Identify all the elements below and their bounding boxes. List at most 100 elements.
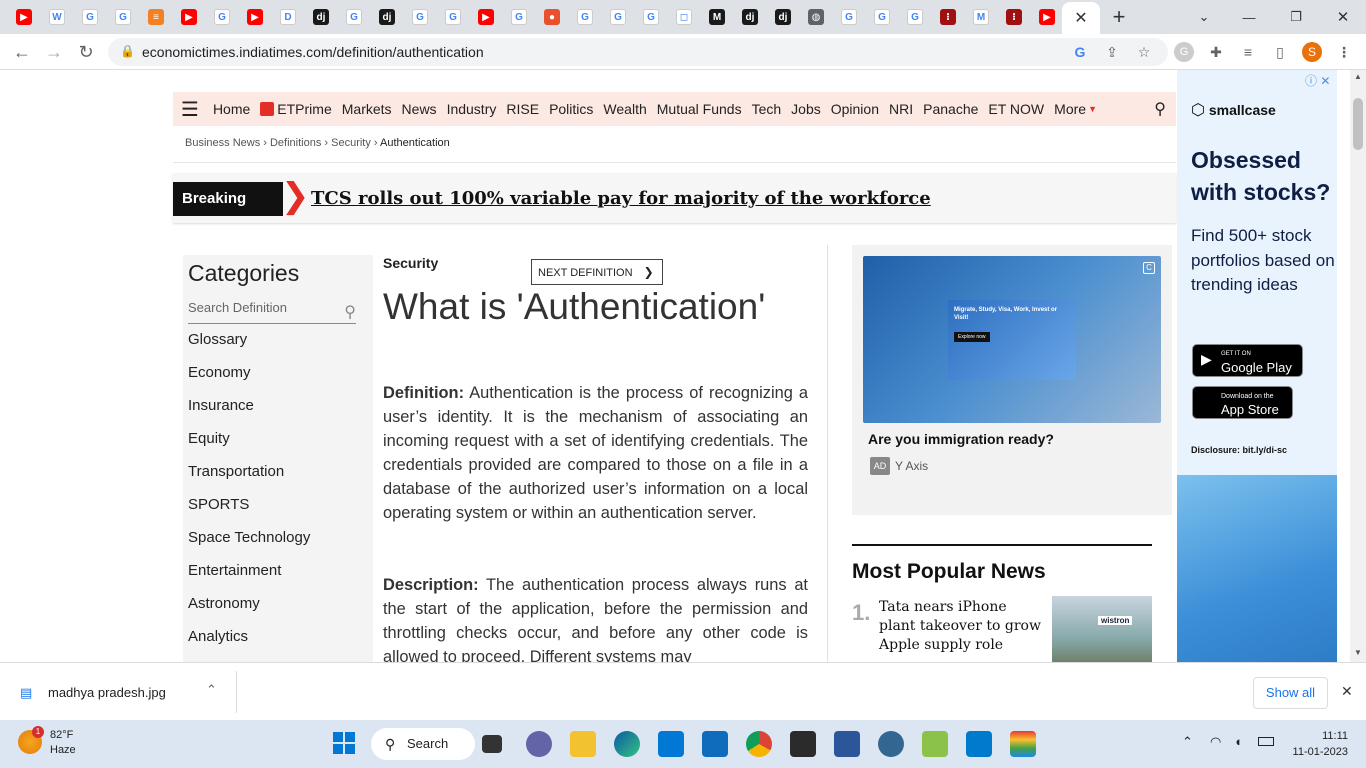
browser-tab[interactable]: W (42, 4, 72, 30)
file-explorer-icon[interactable] (570, 731, 596, 757)
nav-politics[interactable]: Politics (549, 101, 593, 117)
popular-news-thumbnail[interactable]: wistron (1052, 596, 1152, 662)
nav-etprime[interactable]: ETPrime (277, 101, 331, 117)
category-economy[interactable]: Economy (188, 364, 310, 397)
nav-nri[interactable]: NRI (889, 101, 913, 117)
nav-et-now[interactable]: ET NOW (988, 101, 1044, 117)
maximize-button[interactable]: ❐ (1284, 5, 1308, 29)
breadcrumb-definitions[interactable]: Definitions (270, 137, 321, 149)
nav-panache[interactable]: Panache (923, 101, 978, 117)
scroll-down-arrow[interactable]: ▼ (1354, 648, 1362, 657)
nav-wealth[interactable]: Wealth (603, 101, 646, 117)
browser-tab[interactable]: ▶ (9, 4, 39, 30)
microsoft-store-icon[interactable] (658, 731, 684, 757)
browser-tab[interactable]: ● (537, 4, 567, 30)
ad-image[interactable]: Migrate, Study, Visa, Work, Invest or Vi… (863, 256, 1161, 423)
edge-icon[interactable] (614, 731, 640, 757)
category-entertainment[interactable]: Entertainment (188, 562, 310, 595)
breaking-headline-link[interactable]: TCS rolls out 100% variable pay for majo… (311, 188, 931, 209)
adchoices-icon[interactable]: C (1143, 262, 1155, 274)
nav-rise[interactable]: RISE (506, 101, 539, 117)
browser-tab[interactable]: ≡ (141, 4, 171, 30)
ad-close-icon[interactable]: ⓘ ✕ (1305, 72, 1330, 89)
browser-tab[interactable]: ▶ (174, 4, 204, 30)
browser-tab[interactable]: G (405, 4, 435, 30)
article-category[interactable]: Security (383, 255, 438, 271)
close-icon[interactable]: ✕ (1341, 683, 1353, 700)
search-definition-input[interactable]: Search Definition ⚲ (188, 300, 356, 324)
browser-tab[interactable]: G (339, 4, 369, 30)
nav-markets[interactable]: Markets (342, 101, 392, 117)
browser-tab[interactable]: dj (306, 4, 336, 30)
new-tab-button[interactable]: + (1107, 4, 1131, 29)
browser-tab[interactable]: G (75, 4, 105, 30)
search-icon[interactable]: ⚲ (344, 302, 356, 322)
popular-news-link[interactable]: Tata nears iPhone plant takeover to grow… (879, 598, 1044, 655)
reading-list-icon[interactable]: ≡ (1238, 42, 1258, 62)
ad-title[interactable]: Are you immigration ready? (868, 431, 1054, 447)
browser-tab[interactable]: G (636, 4, 666, 30)
word-icon[interactable] (834, 731, 860, 757)
browser-tab[interactable]: dj (372, 4, 402, 30)
page-scrollbar[interactable]: ▲ ▼ (1350, 70, 1366, 662)
battery-icon[interactable] (1258, 737, 1274, 746)
nav-industry[interactable]: Industry (447, 101, 497, 117)
caret-down-icon[interactable]: ▼ (1088, 104, 1097, 114)
category-equity[interactable]: Equity (188, 430, 310, 463)
browser-tab[interactable]: ⁝ (933, 4, 963, 30)
nav-tech[interactable]: Tech (752, 101, 782, 117)
scrollbar-thumb[interactable] (1353, 98, 1363, 150)
tab-active-close[interactable]: ✕ (1062, 2, 1100, 34)
smallcase-sidebar-ad[interactable]: ⓘ ✕ ⬡ smallcase Obsessed with stocks? Fi… (1177, 70, 1337, 662)
windows-start-icon[interactable] (333, 732, 355, 754)
browser-tab[interactable]: G (207, 4, 237, 30)
browser-tab[interactable]: G (108, 4, 138, 30)
browser-tab[interactable]: D (273, 4, 303, 30)
breadcrumb-security[interactable]: Security (331, 137, 371, 149)
breadcrumb-business-news[interactable]: Business News (185, 137, 260, 149)
next-definition-button[interactable]: NEXT DEFINITION ❯ (531, 259, 663, 285)
chevron-up-icon[interactable]: ⌃ (1182, 734, 1193, 750)
wifi-icon[interactable]: ◠ (1210, 734, 1221, 750)
google-lens-icon[interactable]: G (1070, 42, 1090, 62)
nav-opinion[interactable]: Opinion (831, 101, 879, 117)
chevron-up-icon[interactable]: ⌃ (206, 682, 217, 698)
forward-button[interactable]: → (42, 40, 66, 64)
tab-search-button[interactable]: ⌄ (1192, 5, 1216, 29)
system-clock[interactable]: 11:11 11-01-2023 (1290, 728, 1348, 760)
stack-app-icon[interactable] (1010, 731, 1036, 757)
reload-button[interactable]: ↻ (74, 40, 98, 64)
browser-tab[interactable]: ⁝ (999, 4, 1029, 30)
weather-widget[interactable]: 82°F Haze (50, 728, 76, 758)
window-close-button[interactable]: ✕ (1331, 5, 1355, 29)
scroll-up-arrow[interactable]: ▲ (1354, 72, 1362, 81)
nav-home[interactable]: Home (213, 101, 250, 117)
postgresql-icon[interactable] (878, 731, 904, 757)
browser-tab[interactable]: G (867, 4, 897, 30)
download-item[interactable]: madhya pradesh.jpg (48, 685, 166, 700)
app-store-button[interactable]: Download on the App Store (1192, 386, 1293, 419)
browser-tab[interactable]: dj (768, 4, 798, 30)
category-insurance[interactable]: Insurance (188, 397, 310, 430)
extensions-icon[interactable]: ✚ (1206, 42, 1226, 62)
browser-tab[interactable]: G (570, 4, 600, 30)
bookmark-star-icon[interactable]: ☆ (1134, 42, 1154, 62)
browser-tab[interactable]: G (438, 4, 468, 30)
close-icon[interactable]: ✕ (1074, 8, 1087, 28)
browser-tab[interactable]: M (702, 4, 732, 30)
teams-chat-icon[interactable] (526, 731, 552, 757)
nav-more[interactable]: More (1054, 101, 1086, 117)
browser-tab[interactable]: G (504, 4, 534, 30)
app-arrow-icon[interactable] (922, 731, 948, 757)
back-button[interactable]: ← (10, 40, 34, 64)
volume-icon[interactable]: ◖ (1234, 734, 1242, 749)
category-sports[interactable]: SPORTS (188, 496, 310, 529)
search-icon[interactable]: ⚲ (1154, 99, 1166, 119)
profile-avatar[interactable]: S (1302, 42, 1322, 62)
url-text[interactable]: economictimes.indiatimes.com/definition/… (142, 44, 484, 60)
category-transportation[interactable]: Transportation (188, 463, 310, 496)
terminal-icon[interactable] (790, 731, 816, 757)
browser-tab[interactable]: G (834, 4, 864, 30)
vscode-icon[interactable] (966, 731, 992, 757)
nav-mutual-funds[interactable]: Mutual Funds (657, 101, 742, 117)
